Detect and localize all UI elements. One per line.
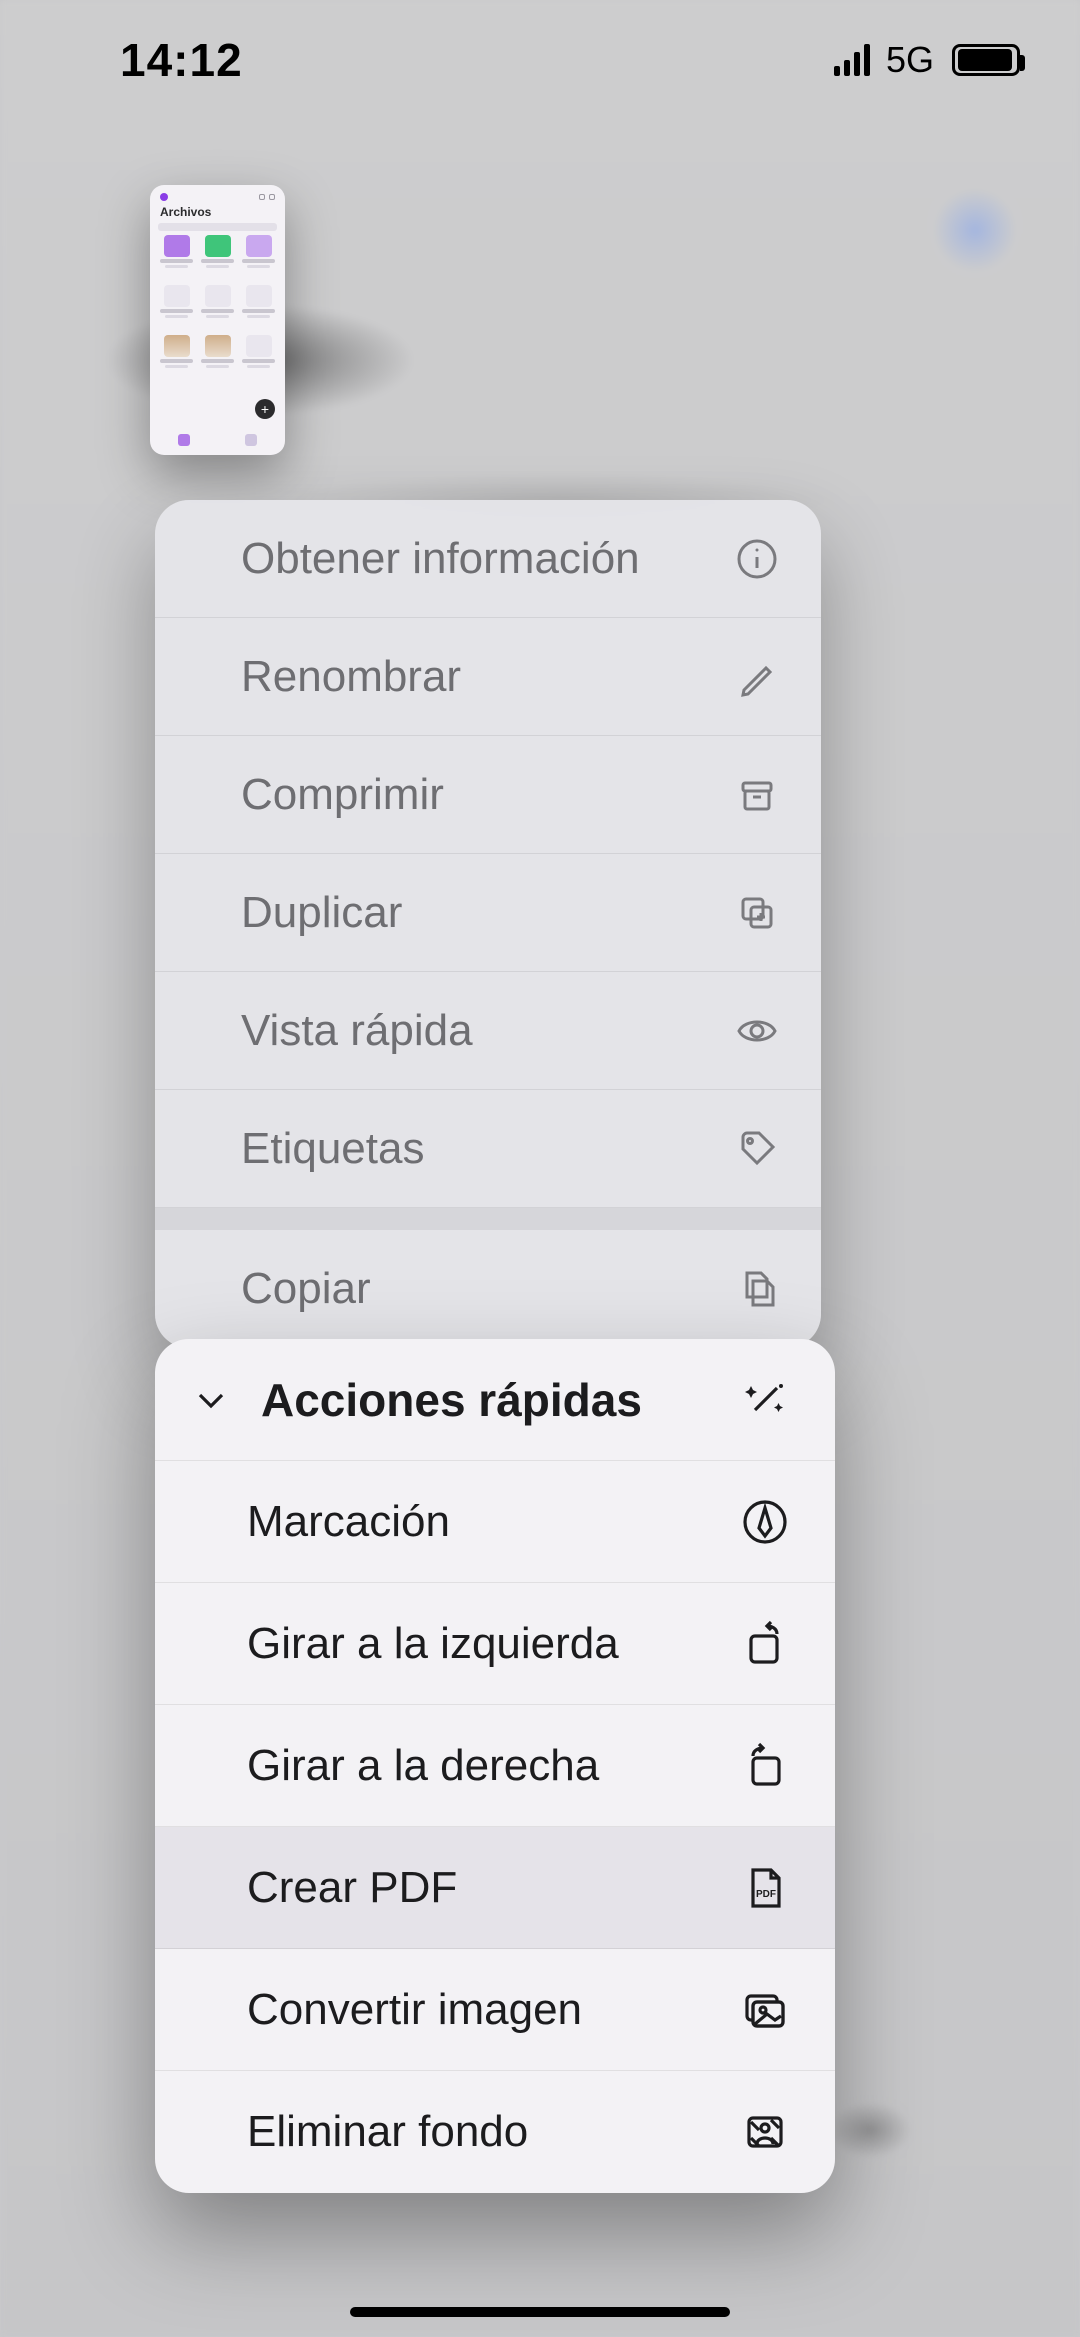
menu-item-label: Etiquetas [241, 1124, 424, 1174]
quick-actions-title: Acciones rápidas [261, 1373, 642, 1427]
thumb-add-fab-icon: + [255, 399, 275, 419]
menu-item-quick-look[interactable]: Vista rápida [155, 972, 821, 1090]
menu-item-compress[interactable]: Comprimir [155, 736, 821, 854]
quick-actions-menu: Acciones rápidas Marcación Girar a la iz… [155, 1339, 835, 2193]
menu-item-get-info[interactable]: Obtener información [155, 500, 821, 618]
context-menu: Obtener información Renombrar Comprimir … [155, 500, 821, 1348]
quick-action-create-pdf[interactable]: Crear PDF PDF [155, 1827, 835, 1949]
chevron-down-icon [187, 1376, 235, 1424]
pdf-doc-icon: PDF [741, 1864, 789, 1912]
menu-item-label: Girar a la izquierda [247, 1619, 619, 1669]
duplicate-icon [735, 891, 779, 935]
menu-item-label: Obtener información [241, 534, 640, 584]
thumb-search-bar [158, 223, 277, 231]
quick-action-rotate-right[interactable]: Girar a la derecha [155, 1705, 835, 1827]
quick-action-remove-background[interactable]: Eliminar fondo [155, 2071, 835, 2193]
quick-actions-header[interactable]: Acciones rápidas [155, 1339, 835, 1461]
rotate-right-icon [741, 1742, 789, 1790]
tag-icon [735, 1127, 779, 1171]
archive-box-icon [735, 773, 779, 817]
quick-action-markup[interactable]: Marcación [155, 1461, 835, 1583]
thumb-title: Archivos [158, 205, 277, 219]
network-label: 5G [886, 39, 934, 81]
menu-item-rename[interactable]: Renombrar [155, 618, 821, 736]
thumb-header [158, 193, 277, 201]
menu-item-label: Girar a la derecha [247, 1741, 599, 1791]
status-bar: 14:12 5G [0, 0, 1080, 120]
status-time: 14:12 [120, 33, 243, 87]
pencil-icon [735, 655, 779, 699]
menu-item-label: Copiar [241, 1264, 371, 1314]
info-icon [735, 537, 779, 581]
remove-background-icon [741, 2108, 789, 2156]
thumb-app-dot [160, 193, 168, 201]
menu-item-label: Comprimir [241, 770, 444, 820]
menu-item-label: Duplicar [241, 888, 402, 938]
photo-stack-icon [741, 1986, 789, 2034]
quick-action-convert-image[interactable]: Convertir imagen [155, 1949, 835, 2071]
copy-doc-icon [735, 1267, 779, 1311]
cellular-signal-icon [834, 44, 870, 76]
menu-separator [155, 1208, 821, 1230]
menu-item-label: Crear PDF [247, 1863, 457, 1913]
battery-icon [952, 44, 1020, 76]
file-thumbnail[interactable]: Archivos + [150, 185, 285, 455]
menu-item-label: Vista rápida [241, 1006, 473, 1056]
eye-icon [735, 1009, 779, 1053]
thumb-header-icons [259, 194, 275, 200]
quick-action-rotate-left[interactable]: Girar a la izquierda [155, 1583, 835, 1705]
menu-item-label: Marcación [247, 1497, 450, 1547]
home-indicator[interactable] [350, 2307, 730, 2317]
menu-item-duplicate[interactable]: Duplicar [155, 854, 821, 972]
svg-text:PDF: PDF [756, 1889, 776, 1900]
markup-pen-icon [741, 1498, 789, 1546]
menu-item-label: Renombrar [241, 652, 461, 702]
thumb-tab-bar [150, 429, 285, 451]
menu-item-label: Convertir imagen [247, 1985, 582, 2035]
menu-item-label: Eliminar fondo [247, 2107, 528, 2157]
menu-item-copy[interactable]: Copiar [155, 1230, 821, 1348]
magic-wand-icon [741, 1376, 789, 1424]
rotate-left-icon [741, 1620, 789, 1668]
menu-item-tags[interactable]: Etiquetas [155, 1090, 821, 1208]
status-right: 5G [834, 39, 1020, 81]
